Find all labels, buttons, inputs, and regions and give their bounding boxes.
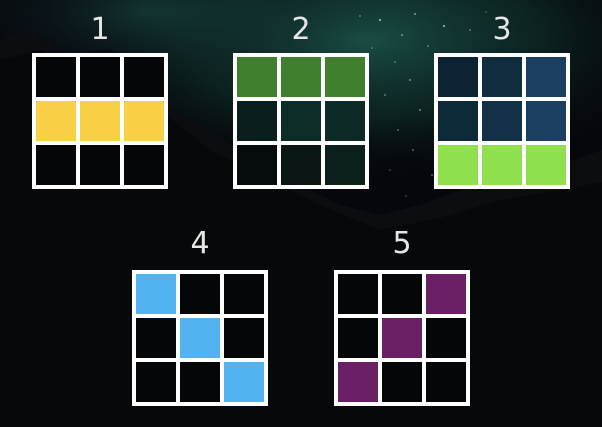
pattern-5-grid[interactable] [334, 270, 470, 406]
pattern-5-label: 5 [392, 226, 412, 261]
grid-cell[interactable] [224, 318, 264, 358]
grid-cell[interactable] [124, 101, 164, 141]
grid-cell[interactable] [526, 57, 566, 97]
grid-cell[interactable] [180, 362, 220, 402]
grid-cell[interactable] [438, 145, 478, 185]
grid-cell[interactable] [526, 145, 566, 185]
pattern-2-grid[interactable] [233, 53, 369, 189]
grid-cell[interactable] [438, 101, 478, 141]
grid-cell[interactable] [426, 274, 466, 314]
grid-cell[interactable] [281, 57, 321, 97]
grid-cell[interactable] [180, 274, 220, 314]
grid-cell[interactable] [136, 318, 176, 358]
grid-cell[interactable] [180, 318, 220, 358]
pattern-3-grid[interactable] [434, 53, 570, 189]
grid-cell[interactable] [237, 57, 277, 97]
grid-cell[interactable] [426, 362, 466, 402]
grid-cell[interactable] [80, 57, 120, 97]
grid-cell[interactable] [237, 101, 277, 141]
grid-cell[interactable] [438, 57, 478, 97]
grid-cell[interactable] [80, 145, 120, 185]
grid-cell[interactable] [36, 145, 76, 185]
grid-cell[interactable] [325, 101, 365, 141]
grid-cell[interactable] [237, 145, 277, 185]
grid-cell[interactable] [124, 57, 164, 97]
grid-cell[interactable] [482, 101, 522, 141]
grid-cell[interactable] [426, 318, 466, 358]
grid-cell[interactable] [281, 101, 321, 141]
grid-cell[interactable] [224, 362, 264, 402]
grid-cell[interactable] [526, 101, 566, 141]
grid-cell[interactable] [382, 274, 422, 314]
grid-cell[interactable] [482, 57, 522, 97]
grid-cell[interactable] [224, 274, 264, 314]
pattern-1-label: 1 [90, 12, 110, 47]
grid-cell[interactable] [338, 362, 378, 402]
pattern-2-label: 2 [291, 12, 311, 47]
grid-cell[interactable] [124, 145, 164, 185]
grid-cell[interactable] [136, 274, 176, 314]
grid-cell[interactable] [325, 145, 365, 185]
pattern-4-grid[interactable] [132, 270, 268, 406]
grid-cell[interactable] [36, 57, 76, 97]
grid-cell[interactable] [382, 318, 422, 358]
grid-cell[interactable] [80, 101, 120, 141]
grid-cell[interactable] [338, 318, 378, 358]
pattern-1-grid[interactable] [32, 53, 168, 189]
grid-cell[interactable] [281, 145, 321, 185]
grid-cell[interactable] [325, 57, 365, 97]
grid-cell[interactable] [36, 101, 76, 141]
grid-cell[interactable] [136, 362, 176, 402]
pattern-4-label: 4 [190, 226, 210, 261]
grid-cell[interactable] [338, 274, 378, 314]
grid-cell[interactable] [482, 145, 522, 185]
pattern-3-label: 3 [492, 12, 512, 47]
grid-cell[interactable] [382, 362, 422, 402]
